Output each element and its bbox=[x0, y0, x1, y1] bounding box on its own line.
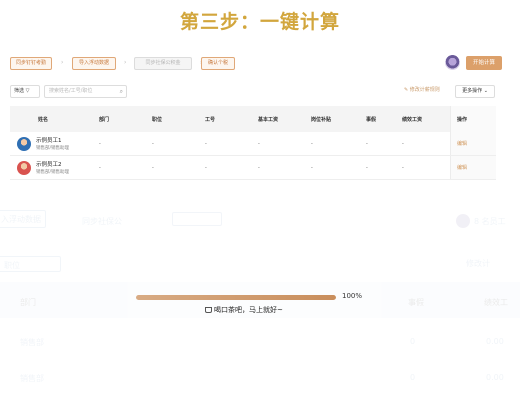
table-cell: - bbox=[152, 140, 154, 147]
filter-button[interactable]: 筛选 ▽ bbox=[10, 85, 40, 98]
employee-avatar bbox=[17, 137, 31, 151]
employee-dept: 销售部/销售助理 bbox=[36, 146, 70, 151]
modify-rule-label: 修改计薪规则 bbox=[409, 87, 440, 93]
employee-name: 示例员工2 bbox=[36, 162, 62, 168]
column-header: 岗位补贴 bbox=[311, 116, 332, 123]
employee-dept: 销售部/销售助理 bbox=[36, 170, 70, 175]
row-actions: 编辑 bbox=[450, 132, 496, 155]
column-header-actions: 操作 bbox=[450, 106, 496, 132]
table-row: 示例员工2 销售部/销售助理 - - - - - - - 编辑 bbox=[10, 156, 496, 180]
step-sync-social-security[interactable]: 同步社保公积金 bbox=[134, 57, 192, 70]
steps-bar: 同步钉钉考勤 › 导入浮动数据 › 同步社保公积金 › 确认个税 开始计算 bbox=[10, 55, 510, 70]
filter-label: 筛选 bbox=[14, 88, 25, 94]
progress-bar bbox=[136, 295, 336, 300]
waiting-message: 喝口茶吧，马上就好~ bbox=[205, 305, 283, 315]
filter-row: 筛选 ▽ 搜索姓名/工号/职位 ⌕ ✎ 修改计薪规则 更多操作 ⌄ bbox=[10, 85, 500, 98]
column-header: 工号 bbox=[205, 116, 216, 123]
page-title: 第三步：一键计算 bbox=[179, 11, 340, 33]
edit-link[interactable]: 编辑 bbox=[457, 140, 467, 147]
step-sync-attendance[interactable]: 同步钉钉考勤 bbox=[10, 57, 52, 70]
more-actions-button[interactable]: 更多操作 ⌄ bbox=[455, 85, 495, 98]
search-icon: ⌕ bbox=[119, 88, 123, 95]
table-cell: - bbox=[402, 140, 404, 147]
step-confirm-tax[interactable]: 确认个税 bbox=[201, 57, 235, 70]
column-header: 姓名 bbox=[38, 116, 49, 123]
table-cell: - bbox=[99, 164, 101, 171]
search-placeholder: 搜索姓名/工号/职位 bbox=[49, 88, 93, 94]
table-row: 示例员工1 销售部/销售助理 - - - - - - - 编辑 bbox=[10, 132, 496, 156]
salary-table: 姓名 部门 职位 工号 基本工资 岗位补贴 事假 绩效工资 操作 示例员工1 销… bbox=[10, 106, 496, 180]
progress-percent: 100% bbox=[342, 292, 363, 300]
column-header: 事假 bbox=[366, 116, 377, 123]
table-cell: - bbox=[152, 164, 154, 171]
table-header: 姓名 部门 职位 工号 基本工资 岗位补贴 事假 绩效工资 操作 bbox=[10, 106, 496, 132]
column-header: 职位 bbox=[152, 116, 163, 123]
row-actions: 编辑 bbox=[450, 156, 496, 179]
column-header: 基本工资 bbox=[258, 116, 279, 123]
table-cell: - bbox=[366, 164, 368, 171]
employee-avatar bbox=[17, 161, 31, 175]
loading-overlay bbox=[0, 190, 520, 395]
progress-fill bbox=[136, 295, 336, 300]
table-cell: - bbox=[205, 164, 207, 171]
chevron-down-icon: ⌄ bbox=[483, 88, 488, 94]
step-import-floating[interactable]: 导入浮动数据 bbox=[72, 57, 116, 70]
modify-salary-rule-link[interactable]: ✎ 修改计薪规则 bbox=[404, 86, 440, 93]
table-cell: - bbox=[258, 164, 260, 171]
table-cell: - bbox=[258, 140, 260, 147]
column-header: 部门 bbox=[99, 116, 110, 123]
table-cell: - bbox=[366, 140, 368, 147]
search-input[interactable]: 搜索姓名/工号/职位 ⌕ bbox=[44, 85, 127, 98]
filter-icon: ▽ bbox=[25, 88, 30, 94]
table-cell: - bbox=[99, 140, 101, 147]
table-cell: - bbox=[205, 140, 207, 147]
table-cell: - bbox=[311, 164, 313, 171]
chevron-right-icon: › bbox=[124, 59, 127, 66]
start-calculation-button[interactable]: 开始计算 bbox=[466, 56, 502, 70]
employee-name: 示例员工1 bbox=[36, 138, 62, 144]
assistant-avatar-icon bbox=[445, 55, 460, 70]
table-cell: - bbox=[311, 140, 313, 147]
edit-link[interactable]: 编辑 bbox=[457, 164, 467, 171]
waiting-text: 喝口茶吧，马上就好~ bbox=[214, 306, 283, 314]
column-header: 绩效工资 bbox=[402, 116, 423, 123]
more-actions-label: 更多操作 bbox=[462, 88, 483, 94]
coffee-cup-icon bbox=[205, 307, 212, 313]
table-cell: - bbox=[402, 164, 404, 171]
chevron-right-icon: › bbox=[61, 59, 64, 66]
